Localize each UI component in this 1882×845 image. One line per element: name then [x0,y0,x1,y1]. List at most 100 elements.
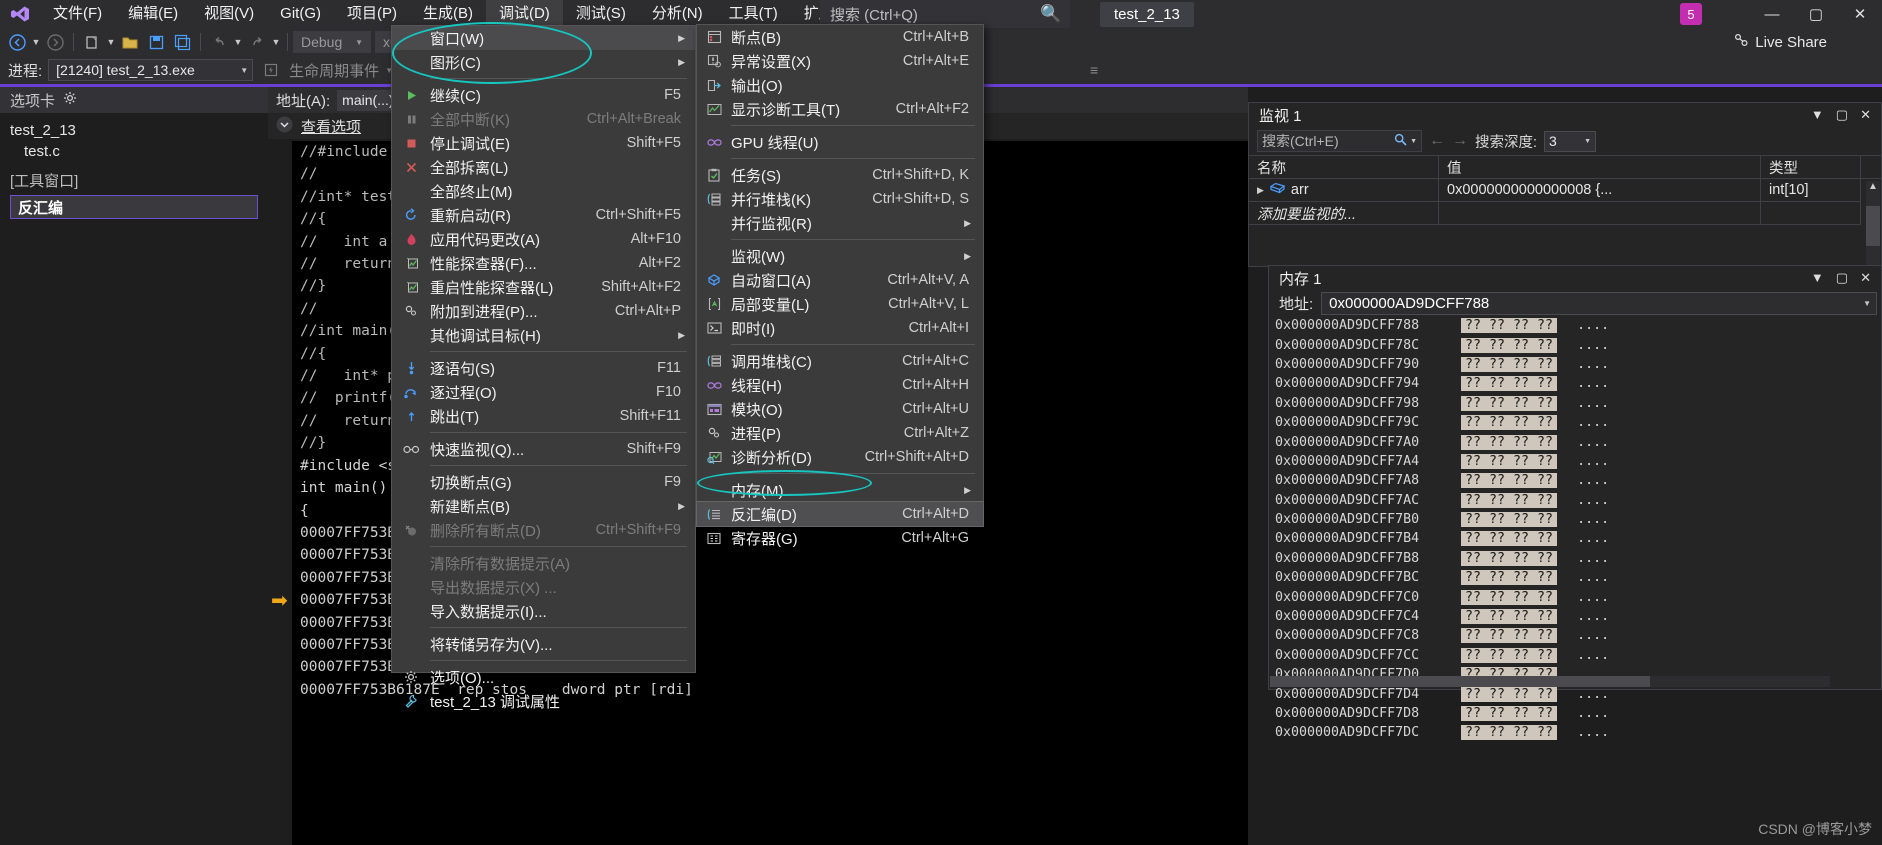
menu-item-7[interactable]: 全部终止(M) [392,179,695,203]
watch-add-placeholder[interactable]: 添加要监视的... [1249,202,1439,225]
new-item-dropdown-icon[interactable]: ▼ [105,37,117,47]
memory-row-hex[interactable]: ?? ?? ?? ?? [1461,550,1558,566]
memory-row-hex[interactable]: ?? ?? ?? ?? [1461,570,1558,586]
back-arrow-icon[interactable] [4,30,30,54]
watch-cell-name[interactable]: ▶ arr [1249,179,1439,202]
memory-row[interactable]: 0x000000AD9DCFF7A4 ?? ?? ?? ??.... [1275,452,1881,471]
menu-item-9[interactable]: 并行监视(R) ▶ [697,211,983,235]
memory-row[interactable]: 0x000000AD9DCFF7BC ?? ?? ?? ??.... [1275,568,1881,587]
arrow-right-icon[interactable]: → [1452,132,1468,150]
table-row[interactable]: ▶ arr 0x0000000000000008 {... int[10] [1249,179,1881,202]
menu-item-7[interactable]: 任务(S) Ctrl+Shift+D, K [697,163,983,187]
memory-row[interactable]: 0x000000AD9DCFF7B0 ?? ?? ?? ??.... [1275,510,1881,529]
chevron-down-icon[interactable]: ▼ [1811,270,1824,286]
debug-menu-dropdown[interactable]: 窗口(W) ▶ 图形(C) ▶ 继续(C) F5 全部中断(K) Ctrl+Alt+Break… [391,25,696,711]
menu-item-20[interactable]: 诊断分析(D) Ctrl+Shift+Alt+D [697,445,983,469]
menu-item-10[interactable]: 性能探查器(F)... Alt+F2 [392,251,695,275]
menu-item-14[interactable]: 即时(I) Ctrl+Alt+I [697,316,983,340]
maximize-icon[interactable]: ▢ [1836,107,1848,123]
menu-item-12[interactable]: 附加到进程(P)... Ctrl+Alt+P [392,299,695,323]
menu-item-27[interactable]: 导入数据提示(I)... [392,599,695,623]
new-item-icon[interactable] [79,30,105,54]
back-dropdown-icon[interactable]: ▼ [30,37,42,47]
menu-1[interactable]: 编辑(E) [115,0,191,28]
menu-item-3[interactable]: 显示诊断工具(T) Ctrl+Alt+F2 [697,97,983,121]
menu-item-17[interactable]: 跳出(T) Shift+F11 [392,404,695,428]
menu-item-22[interactable]: 新建断点(B) ▶ [392,494,695,518]
memory-row[interactable]: 0x000000AD9DCFF7C0 ?? ?? ?? ??.... [1275,587,1881,606]
memory-address-input[interactable]: 0x000000AD9DCFF788 ▼ [1321,291,1877,315]
memory-row[interactable]: 0x000000AD9DCFF7A0 ?? ?? ?? ??.... [1275,432,1881,451]
process-combo[interactable]: [21240] test_2_13.exe ▼ [48,59,254,81]
lifecycle-label[interactable]: 生命周期事件 [289,60,379,81]
configuration-combo[interactable]: Debug ▼ [293,31,371,53]
memory-row[interactable]: 0x000000AD9DCFF794 ?? ?? ?? ??.... [1275,374,1881,393]
expand-triangle-icon[interactable]: ▶ [1257,185,1264,196]
menu-item-23[interactable]: 反汇编(D) Ctrl+Alt+D [696,501,984,527]
memory-row-hex[interactable]: ?? ?? ?? ?? [1461,725,1558,741]
menu-item-19[interactable]: 进程(P) Ctrl+Alt+Z [697,421,983,445]
chevron-down-icon[interactable]: ▼ [1811,107,1824,123]
menu-item-29[interactable]: 将转储另存为(V)... [392,632,695,656]
menu-6[interactable]: 调试(D) [485,0,563,28]
menu-item-1[interactable]: 图形(C) ▶ [392,50,695,74]
memory-row[interactable]: 0x000000AD9DCFF798 ?? ?? ?? ??.... [1275,394,1881,413]
memory-row-hex[interactable]: ?? ?? ?? ?? [1461,686,1558,702]
search-icon[interactable] [1394,133,1407,149]
scrollbar-thumb[interactable] [1270,676,1650,687]
watch-add-value-cell[interactable] [1439,202,1761,225]
memory-row-hex[interactable]: ?? ?? ?? ?? [1461,589,1558,605]
open-folder-icon[interactable] [117,30,143,54]
maximize-icon[interactable]: ▢ [1836,270,1848,286]
menu-3[interactable]: Git(G) [267,0,334,28]
menu-item-8[interactable]: 重新启动(R) Ctrl+Shift+F5 [392,203,695,227]
chevron-down-icon[interactable]: ▼ [1863,299,1871,308]
menu-item-13[interactable]: 局部变量(L) Ctrl+Alt+V, L [697,292,983,316]
memory-row[interactable]: 0x000000AD9DCFF790 ?? ?? ?? ??.... [1275,355,1881,374]
memory-row-hex[interactable]: ?? ?? ?? ?? [1461,395,1558,411]
memory-row[interactable]: 0x000000AD9DCFF7C8 ?? ?? ?? ??.... [1275,626,1881,645]
maximize-button[interactable]: ▢ [1794,0,1838,28]
menu-item-31[interactable]: 选项(O)... [392,665,695,689]
menu-item-2[interactable]: 输出(O) [697,73,983,97]
notification-badge[interactable]: 5 [1680,3,1702,25]
scrollbar-thumb[interactable] [1866,206,1880,246]
close-icon[interactable]: ✕ [1860,107,1871,123]
chevron-down-icon[interactable]: ▼ [1410,138,1417,145]
search-icon[interactable]: 🔍 [1040,4,1061,24]
memory-row-hex[interactable]: ?? ?? ?? ?? [1461,628,1558,644]
menu-item-8[interactable]: 并行堆栈(K) Ctrl+Shift+D, S [697,187,983,211]
view-options-label[interactable]: 查看选项 [301,116,361,137]
watch-search-input[interactable]: 搜索(Ctrl+E) ▼ [1257,130,1422,152]
memory-row-hex[interactable]: ?? ?? ?? ?? [1461,492,1558,508]
menu-item-16[interactable]: 逐过程(O) F10 [392,380,695,404]
menu-7[interactable]: 测试(S) [563,0,639,28]
memory-horizontal-scrollbar[interactable] [1270,676,1830,687]
chevron-down-icon[interactable] [276,116,293,137]
save-all-icon[interactable] [169,30,195,54]
memory-row-hex[interactable]: ?? ?? ?? ?? [1461,453,1558,469]
memory-row[interactable]: 0x000000AD9DCFF7B4 ?? ?? ?? ??.... [1275,529,1881,548]
menu-item-18[interactable]: 模块(O) Ctrl+Alt+U [697,397,983,421]
menu-item-24[interactable]: 寄存器(G) Ctrl+Alt+G [697,526,983,550]
menu-4[interactable]: 项目(P) [334,0,410,28]
memory-row[interactable]: 0x000000AD9DCFF7C4 ?? ?? ?? ??.... [1275,607,1881,626]
gear-icon[interactable] [63,91,77,109]
overflow-menu-icon[interactable]: ≡ [1082,59,1106,81]
save-icon[interactable] [143,30,169,54]
arrow-left-icon[interactable]: ← [1429,132,1445,150]
close-button[interactable]: ✕ [1838,0,1882,28]
menu-item-11[interactable]: 重启性能探查器(L) Shift+Alt+F2 [392,275,695,299]
undo-dropdown-icon[interactable]: ▼ [232,37,244,47]
memory-row-hex[interactable]: ?? ?? ?? ?? [1461,609,1558,625]
memory-row[interactable]: 0x000000AD9DCFF7CC ?? ?? ?? ??.... [1275,646,1881,665]
menu-item-32[interactable]: test_2_13 调试属性 [392,689,695,713]
memory-row-hex[interactable]: ?? ?? ?? ?? [1461,647,1558,663]
menu-item-5[interactable]: 停止调试(E) Shift+F5 [392,131,695,155]
memory-row[interactable]: 0x000000AD9DCFF7D4 ?? ?? ?? ??.... [1275,684,1881,703]
memory-row[interactable]: 0x000000AD9DCFF78C ?? ?? ?? ??.... [1275,335,1881,354]
editor-gutter[interactable]: ➡ [268,141,292,845]
memory-row[interactable]: 0x000000AD9DCFF7D8 ?? ?? ?? ??.... [1275,704,1881,723]
menu-item-13[interactable]: 其他调试目标(H) ▶ [392,323,695,347]
memory-row[interactable]: 0x000000AD9DCFF7DC ?? ?? ?? ??.... [1275,723,1881,742]
